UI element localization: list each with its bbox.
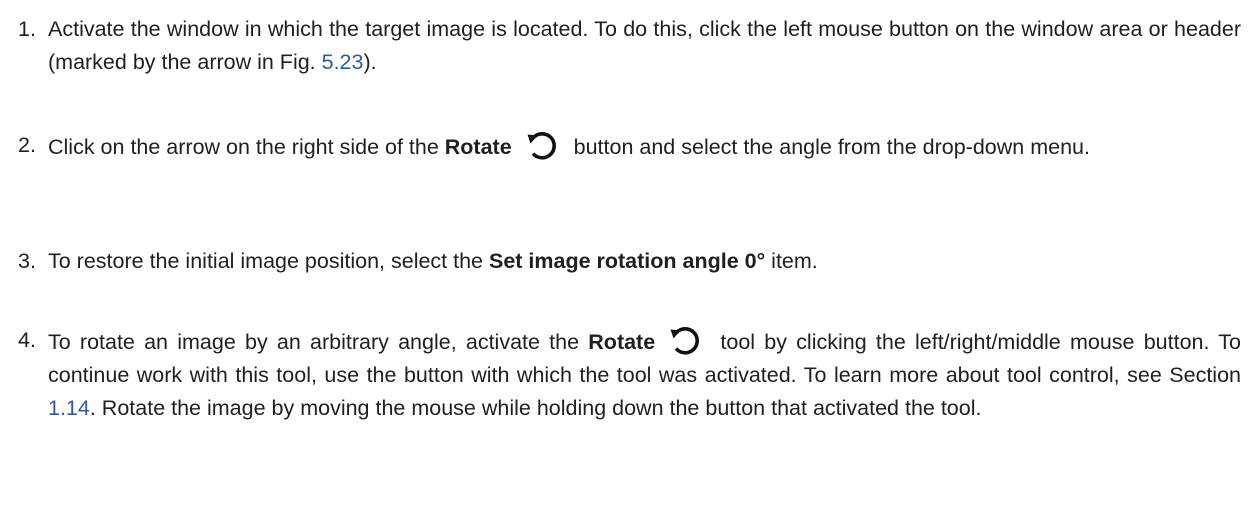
step-text-part: button and select the angle from the dro… xyxy=(567,135,1090,159)
step-text: To restore the initial image position, s… xyxy=(48,245,1241,278)
step-text-part: ). xyxy=(363,50,377,74)
step-number: 1. xyxy=(18,17,36,41)
figure-link[interactable]: 5.23 xyxy=(322,50,364,74)
step-text: Activate the window in which the target … xyxy=(48,13,1241,79)
step-text-part: Click on the arrow on the right side of … xyxy=(48,135,445,159)
step-text-part: item. xyxy=(765,249,818,273)
step-text-part: . Rotate the image by moving the mouse w… xyxy=(89,396,982,420)
rotate-label: Rotate xyxy=(588,330,656,354)
rotate-label: Rotate xyxy=(444,135,512,159)
step-text: Click on the arrow on the right side of … xyxy=(48,129,1241,164)
rotate-ccw-icon xyxy=(522,129,562,162)
step-text: To rotate an image by an arbitrary angle… xyxy=(48,324,1241,425)
step-number: 2. xyxy=(18,133,36,157)
step-text-part: To restore the initial image position, s… xyxy=(48,249,489,273)
step-text-part: Activate the window in which the target … xyxy=(48,17,1241,74)
section-link[interactable]: 1.14 xyxy=(48,396,90,420)
step-number: 4. xyxy=(18,328,36,352)
menu-item-label: Set image rotation angle 0° xyxy=(488,249,766,273)
rotate-ccw-icon xyxy=(665,324,705,357)
step-text-part: To rotate an image by an arbitrary angle… xyxy=(48,330,589,354)
step-number: 3. xyxy=(18,249,36,273)
instruction-document: 1. Activate the window in which the targ… xyxy=(0,0,1259,518)
